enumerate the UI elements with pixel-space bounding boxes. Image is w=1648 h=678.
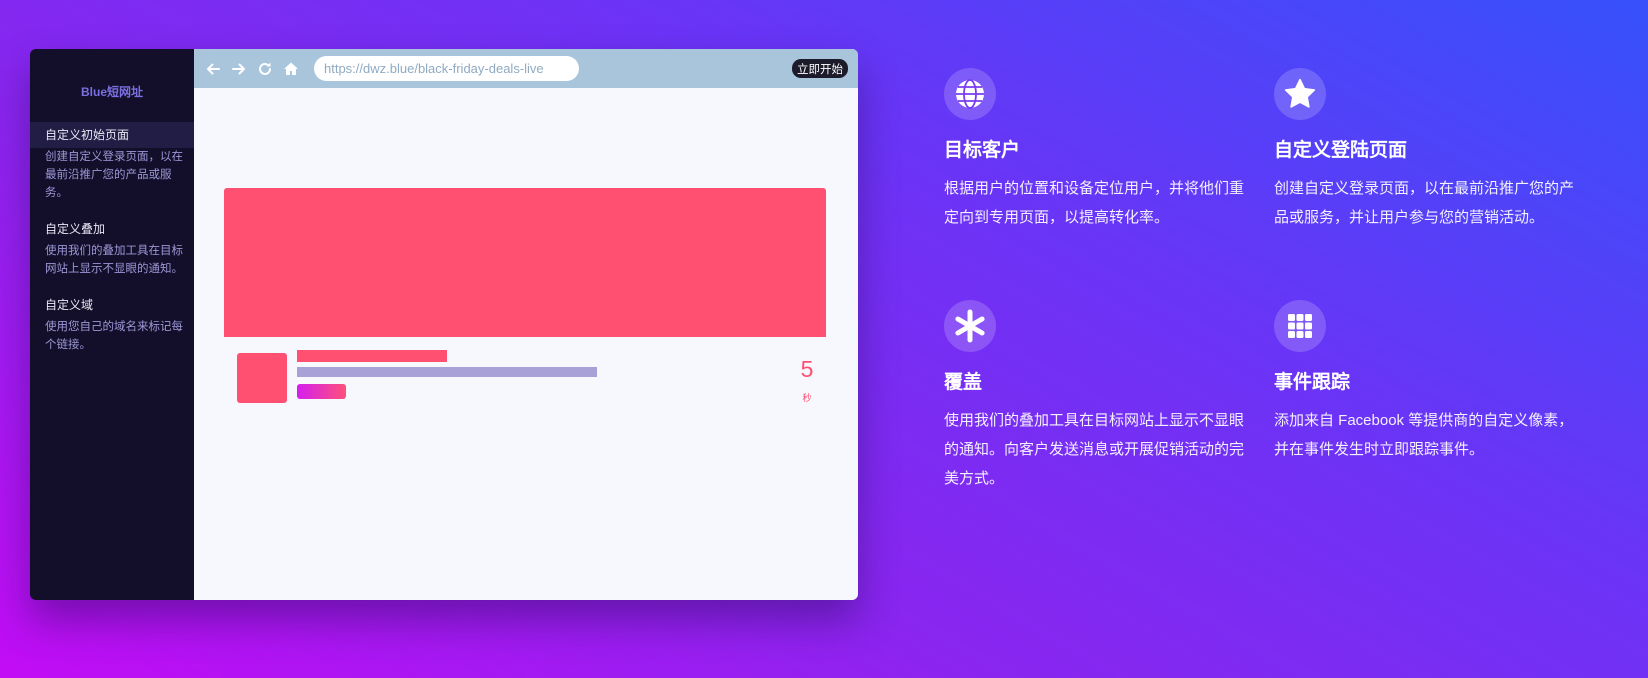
sidebar-item-title: 自定义叠加	[45, 222, 106, 236]
sidebar-item-title: 自定义初始页面	[30, 122, 194, 148]
cta-placeholder[interactable]	[297, 384, 346, 399]
feature-title: 目标客户	[944, 140, 1021, 161]
brand-logo[interactable]: Blue短网址	[30, 49, 194, 122]
sidebar-item-title: 自定义域	[45, 298, 94, 312]
sidebar-item-desc: 使用我们的叠加工具在目标网站上显示不显眼的通知。	[45, 245, 183, 275]
feature-custom-landing: 自定义登陆页面 创建自定义登录页面，以在最前沿推广您的产品或服务，并让用户参与您…	[1274, 68, 1584, 232]
star-icon	[1274, 68, 1326, 120]
sidebar-item-desc: 创建自定义登录页面，以在最前沿推广您的产品或服务。	[45, 151, 183, 199]
sidebar-item-custom-domain[interactable]: 自定义域 使用您自己的域名来标记每个链接。	[30, 292, 194, 354]
sidebar-item-desc: 使用您自己的域名来标记每个链接。	[45, 321, 183, 351]
feature-desc: 添加来自 Facebook 等提供商的自定义像素，并在事件发生时立即跟踪事件。	[1274, 412, 1574, 458]
start-button[interactable]: 立即开始	[792, 59, 848, 78]
preview-page: 5 秒	[194, 88, 858, 600]
browser-toolbar: https://dwz.blue/black-friday-deals-live…	[194, 49, 858, 88]
feature-target-customers: 目标客户 根据用户的位置和设备定位用户，并将他们重定向到专用页面，以提高转化率。	[944, 68, 1254, 232]
banner-placeholder	[224, 188, 826, 337]
url-bar[interactable]: https://dwz.blue/black-friday-deals-live	[314, 56, 579, 81]
feature-desc: 创建自定义登录页面，以在最前沿推广您的产品或服务，并让用户参与您的营销活动。	[1274, 180, 1575, 226]
feature-grid: 目标客户 根据用户的位置和设备定位用户，并将他们重定向到专用页面，以提高转化率。…	[944, 68, 1604, 588]
sidebar-item-custom-overlay[interactable]: 自定义叠加 使用我们的叠加工具在目标网站上显示不显眼的通知。	[30, 216, 194, 278]
mockup-sidebar: Blue短网址 自定义初始页面 创建自定义登录页面，以在最前沿推广您的产品或服务…	[30, 49, 194, 600]
arrow-left-icon[interactable]	[204, 60, 222, 78]
grid-icon	[1274, 300, 1326, 352]
thumbnail-placeholder	[237, 353, 287, 403]
feature-overlay: 覆盖 使用我们的叠加工具在目标网站上显示不显眼的通知。向客户发送消息或开展促销活…	[944, 300, 1254, 493]
product-mockup: Blue短网址 自定义初始页面 创建自定义登录页面，以在最前沿推广您的产品或服务…	[30, 49, 858, 600]
home-icon[interactable]	[282, 60, 300, 78]
title-placeholder	[297, 350, 447, 362]
countdown-unit: 秒	[802, 393, 812, 403]
feature-event-tracking: 事件跟踪 添加来自 Facebook 等提供商的自定义像素，并在事件发生时立即跟…	[1274, 300, 1584, 464]
countdown-number: 5	[800, 356, 814, 382]
feature-title: 自定义登陆页面	[1274, 140, 1408, 161]
reload-icon[interactable]	[256, 60, 274, 78]
sidebar-item-custom-splash[interactable]: 自定义初始页面 创建自定义登录页面，以在最前沿推广您的产品或服务。	[30, 122, 194, 202]
text-placeholder	[297, 367, 597, 377]
arrow-right-icon[interactable]	[230, 60, 248, 78]
feature-title: 覆盖	[944, 372, 983, 393]
asterisk-icon	[944, 300, 996, 352]
feature-desc: 使用我们的叠加工具在目标网站上显示不显眼的通知。向客户发送消息或开展促销活动的完…	[944, 412, 1245, 487]
feature-title: 事件跟踪	[1274, 372, 1351, 393]
feature-desc: 根据用户的位置和设备定位用户，并将他们重定向到专用页面，以提高转化率。	[944, 180, 1245, 226]
browser-window: https://dwz.blue/black-friday-deals-live…	[194, 49, 858, 600]
globe-icon	[944, 68, 996, 120]
